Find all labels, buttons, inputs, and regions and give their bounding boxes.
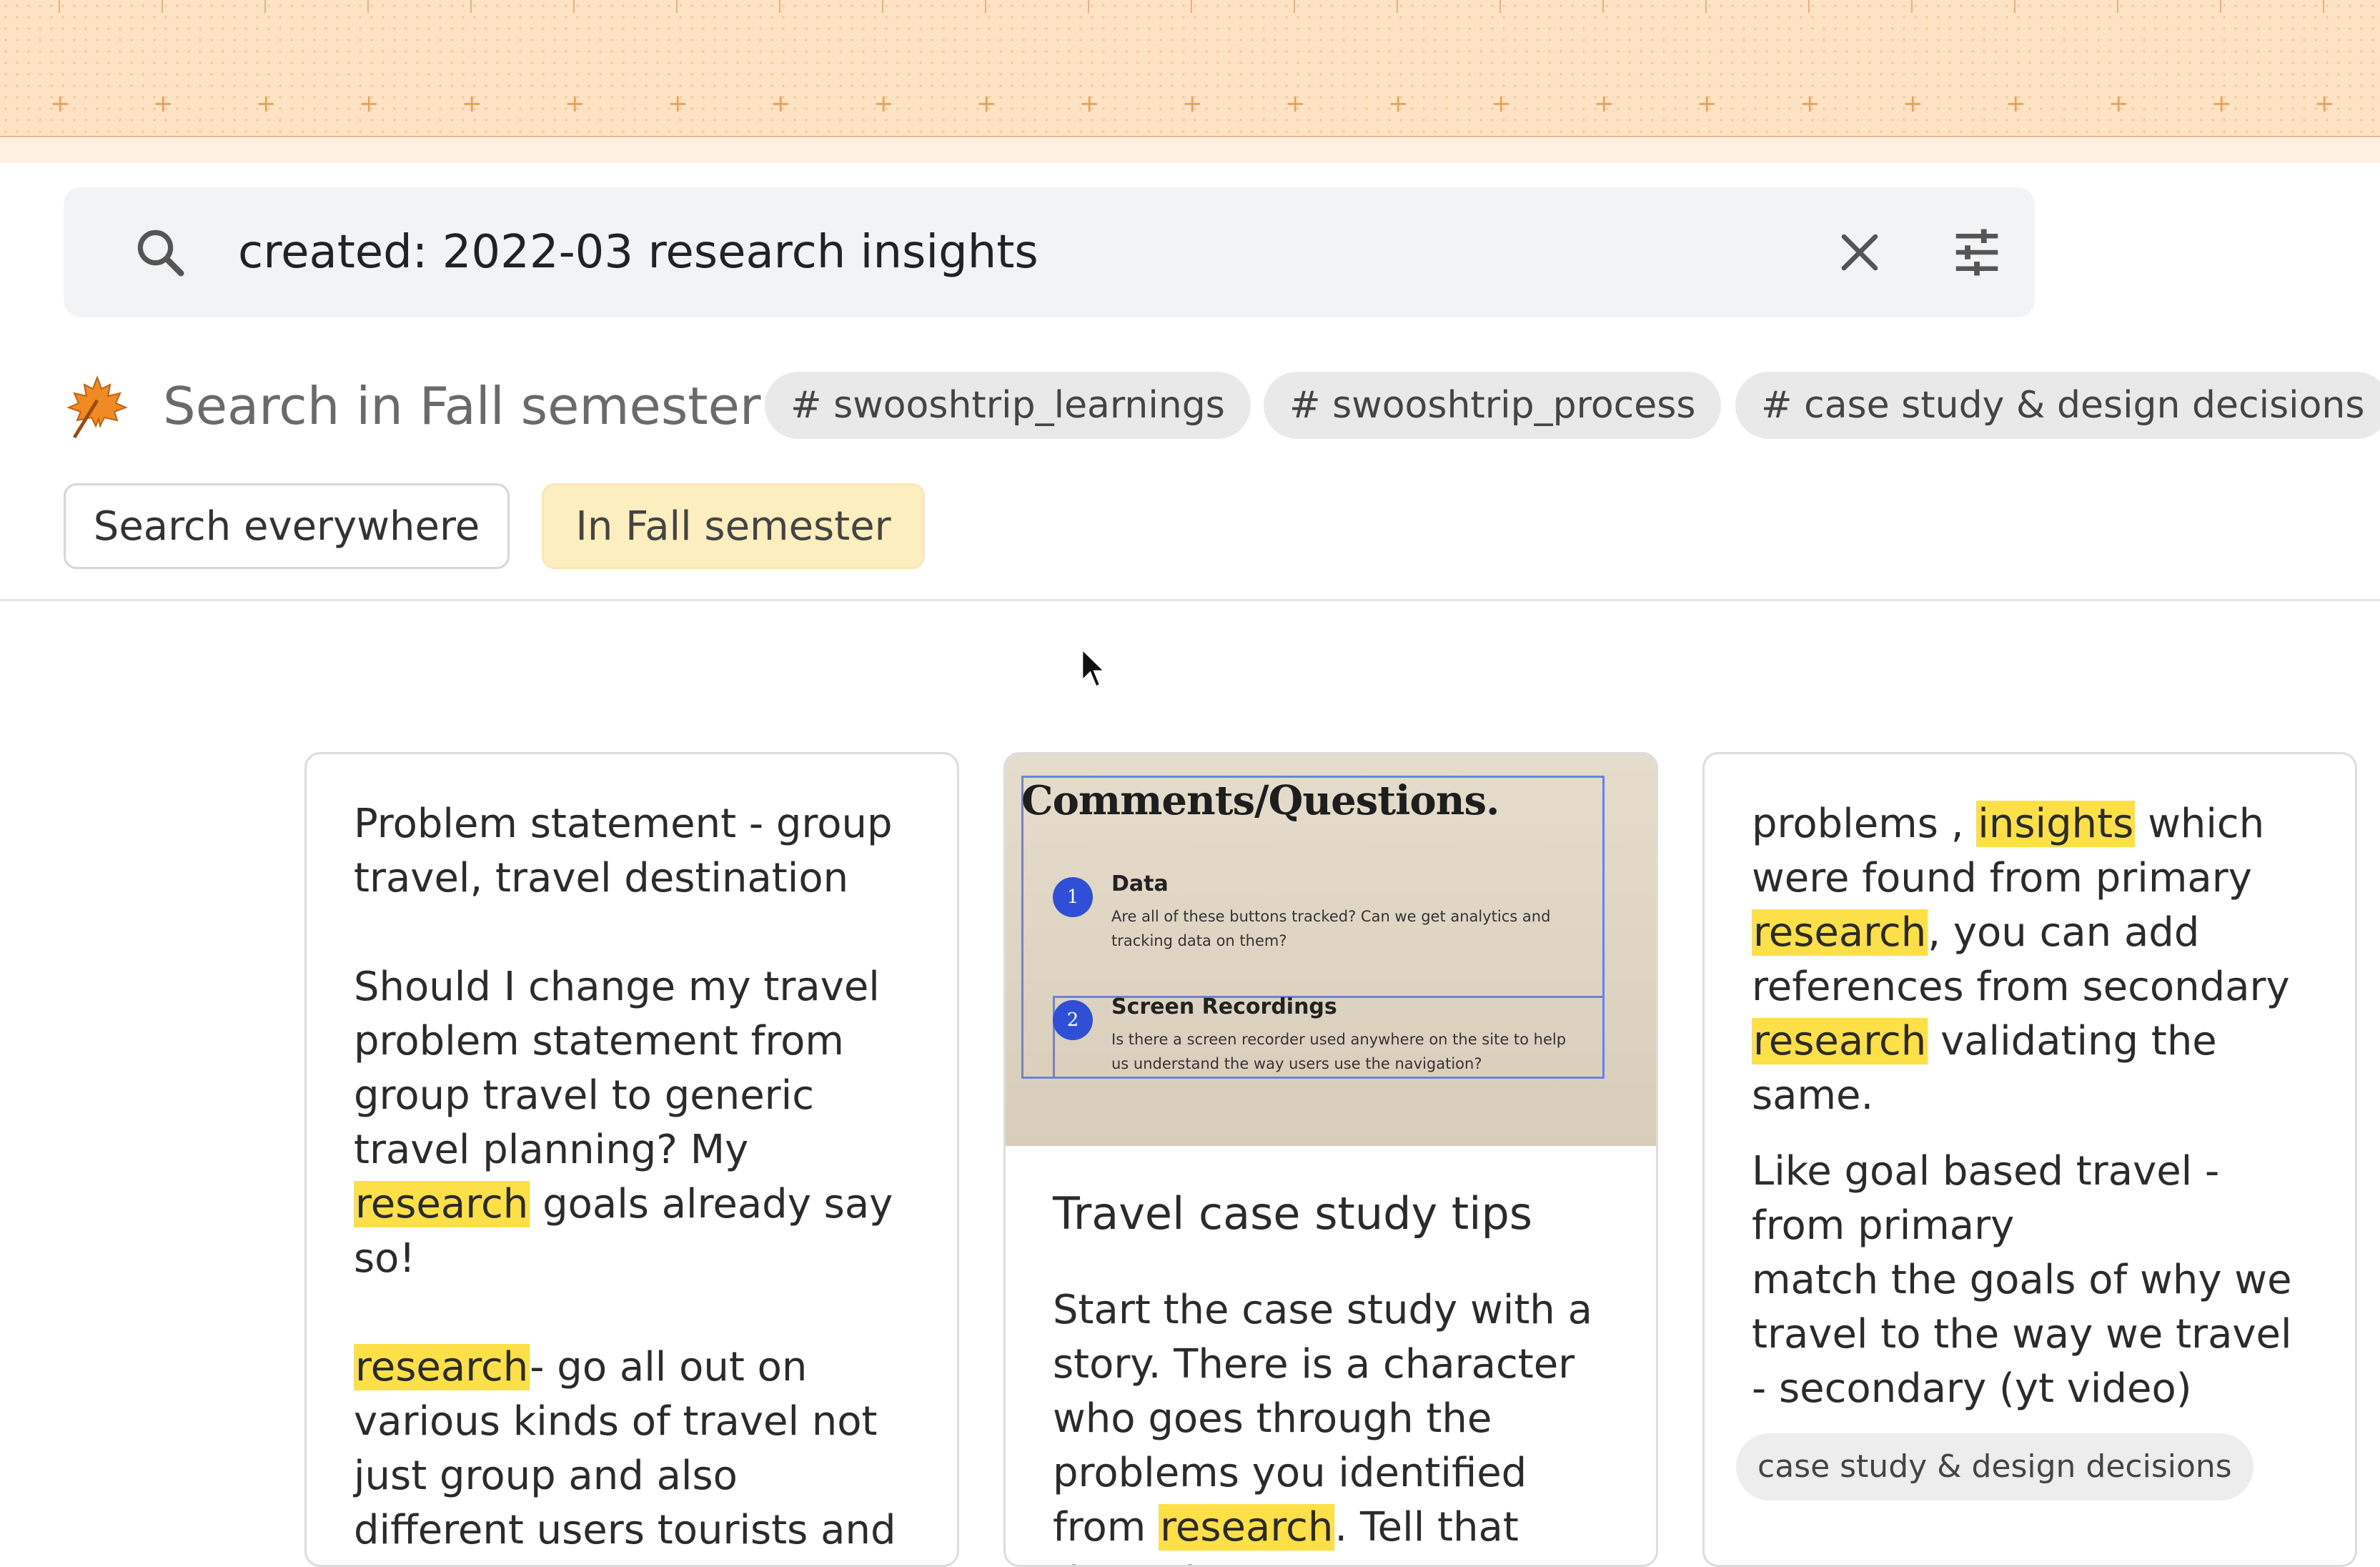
tag-chip-swooshtrip-process[interactable]: # swooshtrip_process: [1264, 372, 1722, 439]
tag-chip-swooshtrip-learnings[interactable]: # swooshtrip_learnings: [765, 372, 1251, 439]
banner-tick: [573, 0, 575, 13]
text-span: problems ,: [1752, 801, 1977, 847]
banner-tick: [1705, 0, 1707, 13]
in-fall-semester-button[interactable]: In Fall semester: [542, 483, 925, 569]
banner-plus-icon: +: [1491, 89, 1512, 118]
card-tag-chip[interactable]: case study & design decisions: [1736, 1433, 2253, 1501]
banner-tick: [2117, 0, 2118, 13]
card-body: Start the case study with a story. There…: [1053, 1283, 1617, 1565]
tag-chip-case-study[interactable]: # case study & design decisions: [1735, 372, 2380, 439]
banner-plus-icon: +: [976, 89, 997, 118]
card-text: Problem statement - group travel, travel…: [354, 801, 893, 901]
banner-plus-icon: +: [770, 89, 791, 118]
text-span: Should I change my travel problem statem…: [354, 964, 880, 1173]
banner-plus-icon: +: [2211, 89, 2232, 118]
banner-plus-icon: +: [1800, 89, 1820, 118]
card-text: Should I change my travel problem statem…: [354, 960, 918, 1286]
banner-plus-icon: +: [565, 89, 585, 118]
step-number-badge: 1: [1053, 877, 1093, 917]
card-title: Travel case study tips: [1053, 1187, 1533, 1240]
banner-tick: [1088, 0, 1089, 13]
result-card[interactable]: problems , insights which were found fro…: [1702, 752, 2357, 1567]
search-highlight: research: [1159, 1504, 1335, 1551]
search-highlight: research: [354, 1181, 530, 1227]
banner-tick: [1911, 0, 1913, 13]
search-bar[interactable]: created: 2022-03 research insights: [64, 187, 2035, 317]
scope-title: Search in Fall semester: [163, 376, 761, 436]
slide-item-heading: Screen Recordings: [1111, 994, 1337, 1019]
banner-tick: [1191, 0, 1192, 13]
search-everywhere-button[interactable]: Search everywhere: [64, 483, 510, 569]
slide-title: Comments/Questions.: [1021, 777, 1500, 824]
banner-tick: [2014, 0, 2015, 13]
banner-tick: [1808, 0, 1810, 13]
close-icon[interactable]: [1836, 229, 1883, 276]
search-highlight: research: [354, 1344, 530, 1390]
banner-plus-icon: +: [2108, 89, 2129, 118]
banner-plus-icon: +: [2005, 89, 2026, 118]
banner-tick: [2323, 0, 2324, 13]
banner-tick: [779, 0, 780, 13]
banner-plus-icon: +: [50, 89, 71, 118]
card-body: problems , insights which were found fro…: [1752, 797, 2316, 1416]
slide-item-text: Is there a screen recorder used anywhere…: [1111, 1031, 1567, 1072]
banner-tick: [985, 0, 986, 13]
banner-tick: [264, 0, 266, 13]
search-highlight: research: [1752, 1018, 1928, 1064]
banner-plus-icon: +: [1182, 89, 1203, 118]
banner-plus-icon: +: [462, 89, 482, 118]
banner-plus-icon: +: [153, 89, 174, 118]
banner-strip: [0, 137, 2380, 163]
card-text: problems , insights which were found fro…: [1752, 797, 2316, 1123]
card-text: Start the case study with a story. There…: [1053, 1283, 1617, 1565]
banner-tick: [676, 0, 678, 13]
banner-plus-icon: +: [1697, 89, 1717, 118]
card-text: research- go all out on various kinds of…: [354, 1340, 918, 1565]
banner-tick: [162, 0, 163, 13]
banner-plus-icon: +: [1079, 89, 1100, 118]
banner-plus-icon: +: [1388, 89, 1409, 118]
banner-plus-icon: +: [873, 89, 894, 118]
search-highlight: insights: [1976, 801, 2136, 847]
banner-plus-icon: +: [668, 89, 688, 118]
maple-leaf-icon: [66, 375, 128, 439]
divider: [0, 599, 2380, 601]
card-text: match the goals of why we travel to the …: [1752, 1257, 2292, 1412]
banner-tick: [1499, 0, 1501, 13]
banner-plus-icon: +: [359, 89, 380, 118]
result-card[interactable]: Comments/Questions. 1 Data Are all of th…: [1003, 752, 1658, 1567]
mouse-cursor-icon: [1081, 646, 1108, 689]
slide-item-heading: Data: [1111, 871, 1169, 896]
banner-tick: [470, 0, 472, 13]
slide-preview: Comments/Questions. 1 Data Are all of th…: [1006, 754, 1656, 1146]
banner-plus-icon: +: [1594, 89, 1615, 118]
result-card[interactable]: Problem statement - group travel, travel…: [304, 752, 959, 1567]
card-text: Like goal based travel - from primary: [1752, 1148, 2220, 1249]
banner-tick: [367, 0, 369, 13]
banner-tick: [1294, 0, 1295, 13]
banner-tick: [1397, 0, 1398, 13]
banner-tick: [882, 0, 883, 13]
search-highlight: research: [1752, 909, 1928, 956]
banner-plus-icon: +: [2314, 89, 2335, 118]
banner-tick: [59, 0, 60, 13]
search-input[interactable]: created: 2022-03 research insights: [238, 187, 1038, 317]
step-number-badge: 2: [1053, 1000, 1093, 1040]
banner-tick: [2220, 0, 2221, 13]
search-icon: [137, 229, 184, 277]
banner-plus-icon: +: [1285, 89, 1306, 118]
banner-plus-icon: +: [1903, 89, 1923, 118]
filter-sliders-icon[interactable]: [1949, 224, 2005, 280]
banner-tick: [1602, 0, 1604, 13]
header-banner: + + + + + + + + + + + + + + + + + + + + …: [0, 0, 2380, 137]
slide-item-text: Are all of these buttons tracked? Can we…: [1111, 908, 1551, 949]
card-body: Problem statement - group travel, travel…: [354, 797, 918, 1565]
banner-plus-icon: +: [256, 89, 277, 118]
